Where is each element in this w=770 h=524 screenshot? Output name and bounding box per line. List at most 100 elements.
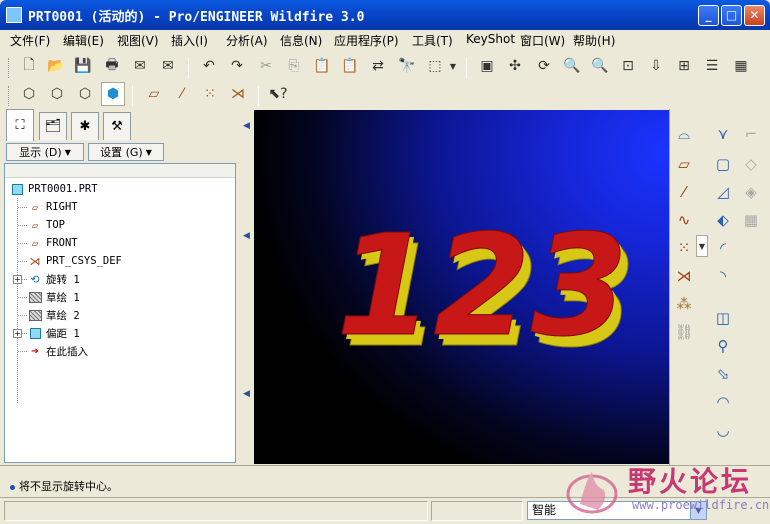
menu-edit[interactable]: 编辑(E) [63, 32, 104, 49]
cut-icon[interactable]: ✂ [254, 54, 278, 78]
find-icon[interactable]: 🔭 [395, 54, 419, 78]
menu-info[interactable]: 信息(N) [280, 32, 322, 49]
wireframe-icon[interactable]: ⬡ [17, 82, 41, 106]
menu-file[interactable]: 文件(F) [10, 32, 50, 49]
shading-icon[interactable]: ⬢ [101, 82, 125, 106]
expand-icon[interactable]: + [13, 275, 22, 284]
menu-applications[interactable]: 应用程序(P) [334, 32, 399, 49]
menu-help[interactable]: 帮助(H) [573, 32, 615, 49]
merge-icon[interactable]: ⛓ [671, 319, 697, 345]
app-icon[interactable] [6, 7, 22, 23]
datum-curve-tool-icon[interactable]: ∿ [671, 207, 697, 233]
toolbar-grip[interactable] [8, 58, 11, 78]
tree-item-revolve[interactable]: ⟲ 旋转 1 [27, 270, 79, 288]
menu-view[interactable]: 视图(V) [117, 32, 159, 49]
zoom-in-icon[interactable]: 🔍 [560, 54, 584, 78]
zoom-out-icon[interactable]: 🔍 [588, 54, 612, 78]
tree-item-insert-here[interactable]: ➔ 在此插入 [27, 342, 88, 360]
menu-analysis[interactable]: 分析(A) [226, 32, 268, 49]
menu-tools[interactable]: 工具(T) [412, 32, 453, 49]
paste-special-icon[interactable]: 📋 [338, 54, 362, 78]
tree-item-sketch-1[interactable]: 草绘 1 [27, 288, 80, 306]
selection-dropdown-icon[interactable]: ▼ [447, 54, 459, 78]
datum-plane-tool-icon[interactable]: ▱ [671, 151, 697, 177]
menu-window[interactable]: 窗口(W) [520, 32, 565, 49]
settings-dropdown-button[interactable]: 设置 (G) ▼ [88, 143, 164, 161]
menu-insert[interactable]: 插入(I) [171, 32, 208, 49]
chamfer-tool-icon[interactable]: ◈ [738, 179, 764, 205]
mirror-tool-icon[interactable]: ◫ [710, 305, 736, 331]
spin-center-icon[interactable]: ✣ [503, 54, 527, 78]
collapse-left-icon[interactable]: ◀ [243, 231, 250, 241]
context-help-icon[interactable]: ⬉? [266, 82, 290, 106]
toolbar-grip[interactable] [8, 86, 11, 106]
saved-views-icon[interactable]: ⊞ [672, 54, 696, 78]
hidden-line-icon[interactable]: ⬡ [45, 82, 69, 106]
draft-tool-icon[interactable]: ◿ [710, 179, 736, 205]
redo-icon[interactable]: ↷ [225, 54, 249, 78]
panel-splitter[interactable]: ◀ ◀ ◀ [240, 109, 254, 465]
view-manager-icon[interactable]: ▦ [729, 54, 753, 78]
tree-item-right[interactable]: ▱ RIGHT [27, 198, 78, 216]
tree-root[interactable]: PRT0001.PRT [9, 180, 98, 198]
extend-tool-icon[interactable]: ⬂ [710, 361, 736, 387]
regenerate-icon[interactable]: ⇄ [366, 54, 390, 78]
layers-icon[interactable]: ☰ [700, 54, 724, 78]
trim-tool-icon[interactable]: ⚲ [710, 333, 736, 359]
graphics-window[interactable]: 123 123 123 [254, 110, 669, 464]
thicken-tool-icon[interactable]: ◡ [710, 417, 736, 443]
copy-icon[interactable]: ⎘ [282, 54, 306, 78]
datum-points-toggle-icon[interactable]: ⁙ [198, 82, 222, 106]
reorient-icon[interactable]: ⇩ [644, 54, 668, 78]
csys-toggle-icon[interactable]: ⋊ [226, 82, 250, 106]
minimize-button[interactable]: _ [698, 5, 719, 26]
collapse-left-icon[interactable]: ◀ [243, 389, 250, 399]
csys-tool-icon[interactable]: ⋊ [671, 263, 697, 289]
sweep-tool-icon[interactable]: ◝ [710, 263, 736, 289]
expand-icon[interactable]: + [13, 329, 22, 338]
round-tool-icon[interactable]: ⌐ [738, 121, 764, 147]
datum-axis-tool-icon[interactable]: ⁄ [671, 179, 697, 205]
datum-point-dropdown-icon[interactable]: ▼ [696, 235, 708, 257]
orient-mode-icon[interactable]: ⟳ [532, 54, 556, 78]
tab-favorites[interactable]: ✱ [71, 112, 99, 140]
no-hidden-icon[interactable]: ⬡ [73, 82, 97, 106]
close-button[interactable]: ✕ [744, 5, 765, 26]
revolve-tool-icon[interactable]: ◜ [710, 235, 736, 261]
tree-item-offset[interactable]: 偏距 1 [27, 324, 80, 342]
extrude-tool-icon[interactable]: ⬖ [710, 207, 736, 233]
hole-tool-icon[interactable]: ⋎ [710, 121, 736, 147]
analysis-feature-icon[interactable]: ⁂ [671, 291, 697, 317]
selection-box-icon[interactable]: ⬚ [423, 54, 447, 78]
mail-attachment-icon[interactable]: ✉ [156, 54, 180, 78]
datum-point-tool-icon[interactable]: ⁙ [671, 235, 697, 261]
undo-icon[interactable]: ↶ [197, 54, 221, 78]
refit-icon[interactable]: ⊡ [616, 54, 640, 78]
tree-item-sketch-2[interactable]: 草绘 2 [27, 306, 80, 324]
offset-tool-icon[interactable]: ◠ [710, 389, 736, 415]
menu-keyshot[interactable]: KeyShot [466, 32, 515, 46]
datum-axes-toggle-icon[interactable]: ⁄ [170, 82, 194, 106]
tree-item-csys[interactable]: ⋊ PRT_CSYS_DEF [27, 252, 122, 270]
shell-tool-icon[interactable]: ▢ [710, 151, 736, 177]
rib-tool-icon[interactable]: ◇ [738, 151, 764, 177]
paste-icon[interactable]: 📋 [310, 54, 334, 78]
tree-item-top[interactable]: ▱ TOP [27, 216, 65, 234]
tab-layers[interactable]: 🗂 [39, 112, 67, 140]
tree-item-front[interactable]: ▱ FRONT [27, 234, 78, 252]
open-file-icon[interactable]: 📂 [44, 54, 68, 78]
tab-model-tree[interactable]: ⛶ [6, 109, 34, 141]
new-file-icon[interactable]: 🗋 [17, 54, 41, 78]
model-tree[interactable]: PRT0001.PRT ▱ RIGHT ▱ TOP ▱ FRONT ⋊ PRT_… [4, 163, 236, 463]
tab-properties[interactable]: ⚒ [103, 112, 131, 140]
sketch-tool-icon[interactable]: ⌓ [671, 121, 697, 147]
send-mail-icon[interactable]: ✉ [128, 54, 152, 78]
pattern-tool-icon[interactable]: ▦ [738, 207, 764, 233]
maximize-button[interactable]: □ [721, 5, 742, 26]
datum-planes-toggle-icon[interactable]: ▱ [142, 82, 166, 106]
repaint-icon[interactable]: ▣ [475, 54, 499, 78]
display-dropdown-button[interactable]: 显示 (D) ▼ [6, 143, 84, 161]
collapse-left-icon[interactable]: ◀ [243, 121, 250, 131]
save-icon[interactable]: 💾 [71, 54, 95, 78]
print-icon[interactable]: 🖶 [100, 54, 124, 78]
